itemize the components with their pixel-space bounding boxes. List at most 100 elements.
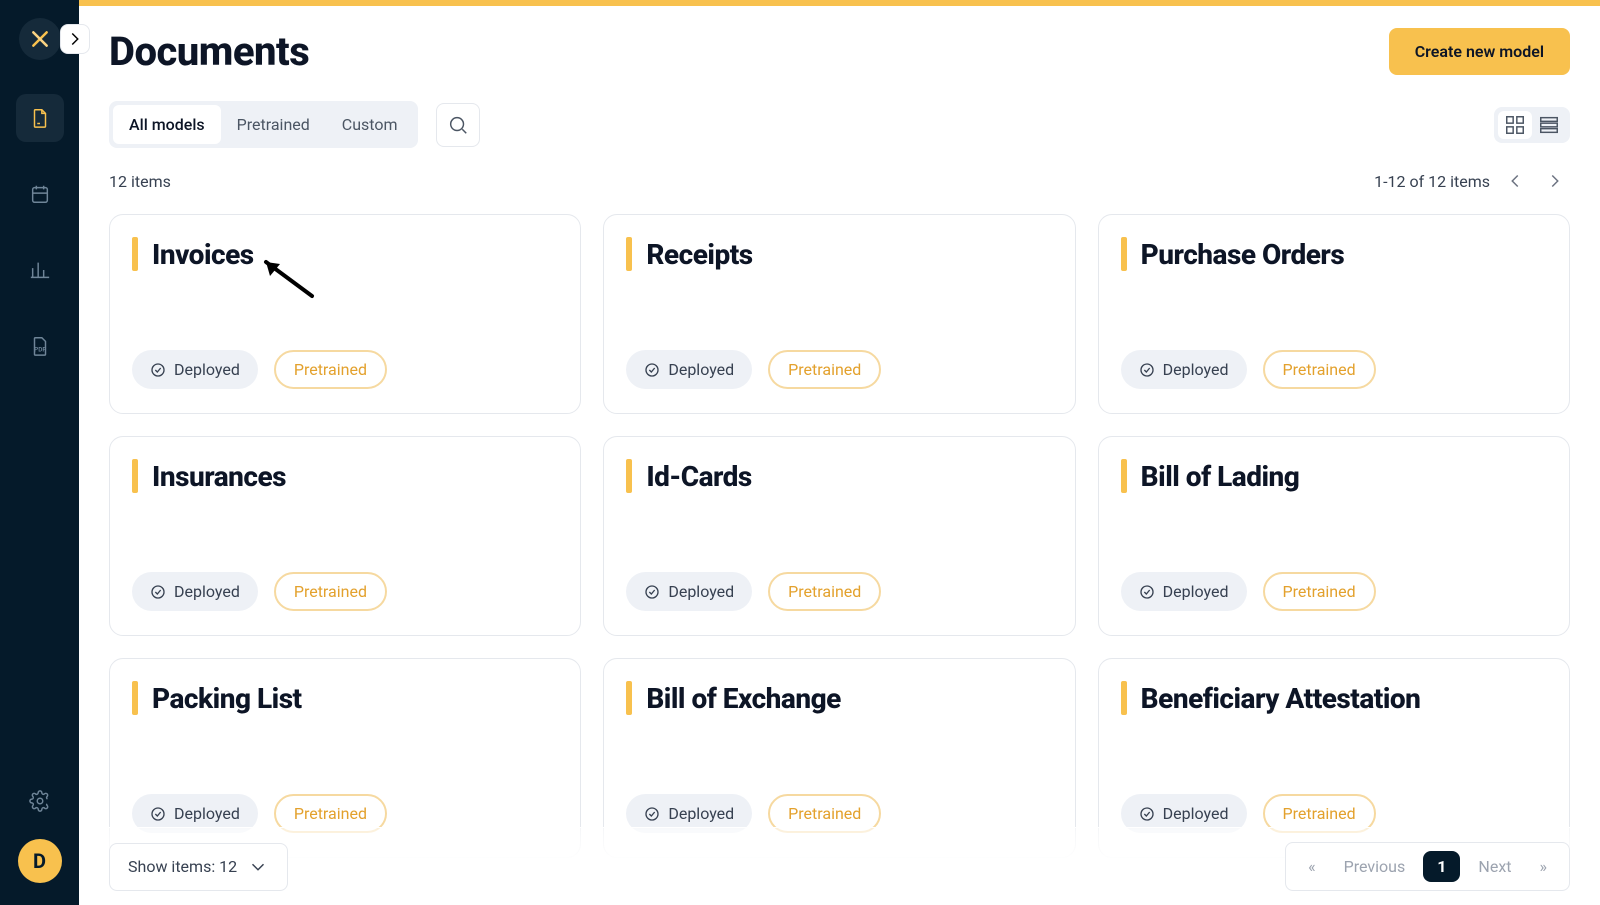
page-first-button[interactable]: «	[1298, 851, 1326, 882]
card-badges: Deployed Pretrained	[1121, 572, 1547, 611]
card-header: Purchase Orders	[1121, 237, 1547, 271]
model-grid: InvoicesDeployedPretrainedReceiptsDeploy…	[79, 204, 1600, 858]
card-header: Beneficiary Attestation	[1121, 681, 1547, 715]
card-accent-bar	[626, 681, 632, 715]
model-card[interactable]: Invoices Deployed Pretrained	[109, 214, 581, 414]
model-card[interactable]: Id-Cards Deployed Pretrained	[603, 436, 1075, 636]
card-header: Insurances	[132, 459, 558, 493]
user-avatar[interactable]: D	[18, 839, 62, 883]
card-title: Packing List	[152, 682, 302, 715]
status-row: 12 items 1-12 of 12 items	[79, 148, 1600, 204]
card-accent-bar	[132, 681, 138, 715]
pagination: « Previous 1 Next »	[1285, 842, 1570, 891]
page-title: Documents	[109, 28, 309, 75]
card-badges: DeployedPretrained	[1121, 350, 1547, 389]
card-accent-bar	[132, 237, 138, 271]
sidebar: PDF D	[0, 0, 79, 905]
page-prev-button[interactable]: Previous	[1334, 851, 1416, 882]
card-header: Id-Cards	[626, 459, 1052, 493]
badge-pretrained: Pretrained	[1263, 572, 1376, 611]
check-circle-icon	[1139, 584, 1155, 600]
check-circle-icon	[1139, 806, 1155, 822]
card-header: Bill of Exchange	[626, 681, 1052, 715]
badge-deployed: Deployed	[626, 350, 752, 389]
nav-settings[interactable]	[16, 777, 64, 825]
badge-deployed: Deployed	[132, 350, 258, 389]
range-prev-button[interactable]	[1500, 166, 1530, 196]
filter-tab-custom[interactable]: Custom	[326, 105, 414, 144]
check-circle-icon	[150, 362, 166, 378]
item-count: 12 items	[109, 172, 171, 191]
page-next-button[interactable]: Next	[1468, 851, 1521, 882]
filter-tab-all[interactable]: All models	[113, 105, 221, 144]
nav-analytics[interactable]	[16, 246, 64, 294]
model-card[interactable]: Purchase Orders DeployedPretrained	[1098, 214, 1570, 414]
model-card[interactable]: Bill of Lading Deployed Pretrained	[1098, 436, 1570, 636]
main-content: Documents Create new model All models Pr…	[79, 6, 1600, 905]
card-title: Beneficiary Attestation	[1141, 682, 1421, 715]
badge-pretrained: Pretrained	[274, 572, 387, 611]
nav-pdf[interactable]: PDF	[16, 322, 64, 370]
avatar-letter: D	[33, 849, 46, 873]
card-badges: Deployed Pretrained	[626, 572, 1052, 611]
range-next-button[interactable]	[1540, 166, 1570, 196]
card-header: Invoices	[132, 237, 558, 271]
card-title: Insurances	[152, 460, 286, 493]
app-logo[interactable]	[19, 18, 61, 60]
filter-tabs: All models Pretrained Custom	[109, 101, 418, 148]
badge-deployed: Deployed	[132, 572, 258, 611]
chevron-left-icon	[1504, 170, 1526, 192]
chevron-right-icon	[1544, 170, 1566, 192]
page-number-current[interactable]: 1	[1423, 851, 1460, 882]
card-title: Invoices	[152, 238, 254, 271]
card-badges: Deployed Pretrained	[132, 350, 558, 389]
card-accent-bar	[626, 237, 632, 271]
model-card[interactable]: Receipts Deployed Pretrained	[603, 214, 1075, 414]
card-title: Bill of Lading	[1141, 460, 1300, 493]
badge-pretrained: Pretrained	[768, 350, 881, 389]
svg-text:PDF: PDF	[34, 346, 46, 354]
card-title: Receipts	[646, 238, 752, 271]
card-accent-bar	[132, 459, 138, 493]
filter-tab-pretrained[interactable]: Pretrained	[221, 105, 326, 144]
controls-bar: All models Pretrained Custom	[79, 83, 1600, 148]
check-circle-icon	[644, 584, 660, 600]
controls-left: All models Pretrained Custom	[109, 101, 480, 148]
create-model-button[interactable]: Create new model	[1389, 28, 1570, 75]
page-header: Documents Create new model	[79, 6, 1600, 83]
page-last-button[interactable]: »	[1530, 851, 1558, 882]
card-badges: Deployed Pretrained	[626, 350, 1052, 389]
nav-documents[interactable]	[16, 94, 64, 142]
card-accent-bar	[1121, 459, 1127, 493]
expand-sidebar-button[interactable]	[60, 24, 90, 54]
badge-deployed: Deployed	[1121, 572, 1247, 611]
check-circle-icon	[644, 806, 660, 822]
check-circle-icon	[644, 362, 660, 378]
card-header: Packing List	[132, 681, 558, 715]
check-circle-icon	[1139, 362, 1155, 378]
badge-deployed: Deployed	[626, 572, 752, 611]
card-header: Bill of Lading	[1121, 459, 1547, 493]
show-items-dropdown[interactable]: Show items: 12	[109, 843, 288, 891]
view-list-button[interactable]	[1532, 111, 1566, 139]
badge-deployed: Deployed	[1121, 350, 1247, 389]
card-title: Id-Cards	[646, 460, 751, 493]
nav-calendar[interactable]	[16, 170, 64, 218]
search-button[interactable]	[436, 103, 480, 147]
badge-pretrained: Pretrained	[274, 350, 387, 389]
grid-icon	[1504, 114, 1526, 136]
sidebar-nav: PDF	[16, 94, 64, 370]
show-items-label: Show items: 12	[128, 857, 237, 876]
check-circle-icon	[150, 806, 166, 822]
check-circle-icon	[150, 584, 166, 600]
footer-bar: Show items: 12 « Previous 1 Next »	[79, 827, 1600, 905]
card-accent-bar	[1121, 681, 1127, 715]
card-header: Receipts	[626, 237, 1052, 271]
search-icon	[447, 114, 469, 136]
model-card[interactable]: Insurances Deployed Pretrained	[109, 436, 581, 636]
card-accent-bar	[626, 459, 632, 493]
badge-pretrained: Pretrained	[768, 572, 881, 611]
card-title: Purchase Orders	[1141, 238, 1345, 271]
card-accent-bar	[1121, 237, 1127, 271]
view-grid-button[interactable]	[1498, 111, 1532, 139]
